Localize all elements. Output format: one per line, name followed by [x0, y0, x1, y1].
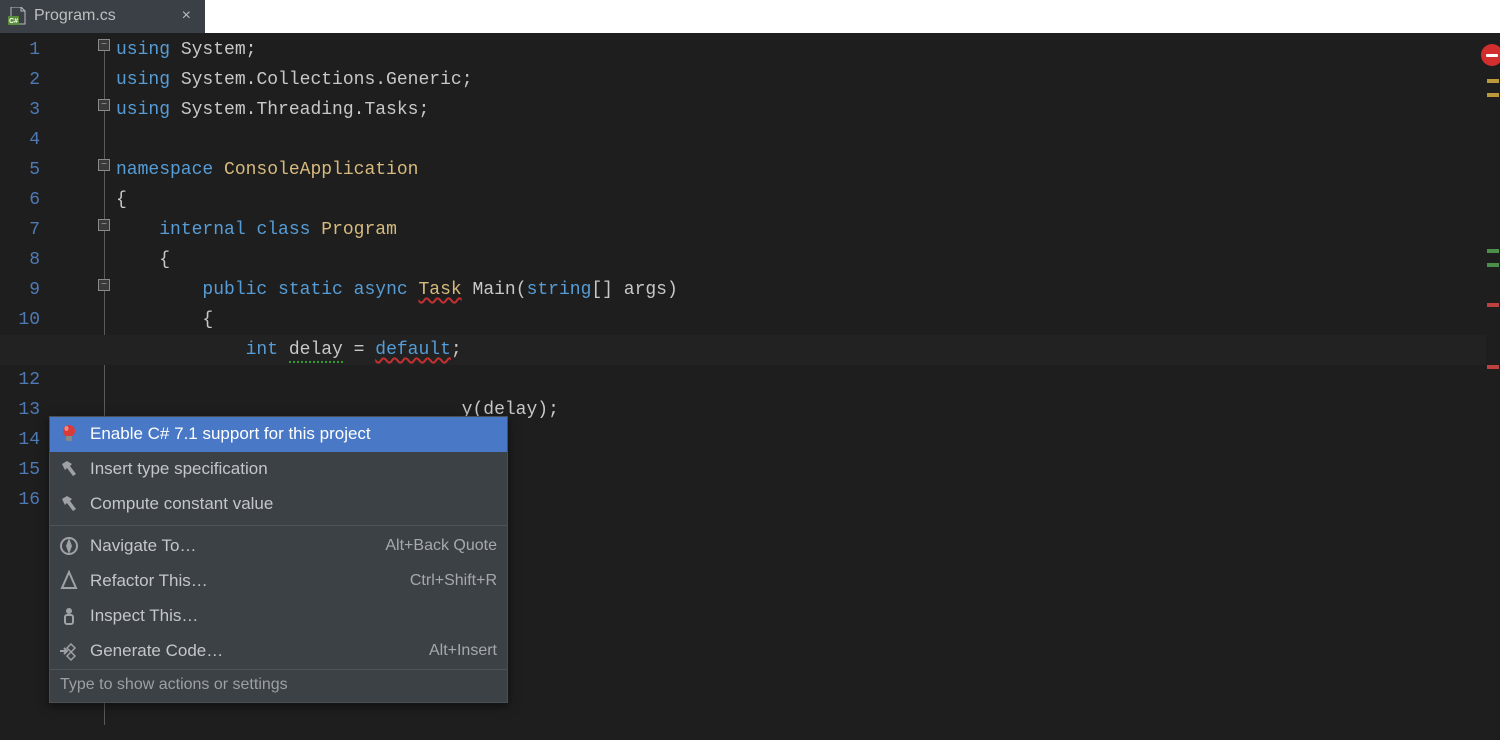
fold-marker[interactable] — [98, 279, 110, 291]
line-number[interactable]: 6 — [0, 185, 40, 215]
svg-text:C#: C# — [9, 18, 18, 25]
line-number[interactable]: 16 — [0, 485, 40, 515]
hammer-icon — [58, 493, 80, 515]
popup-item-label: Compute constant value — [90, 494, 273, 514]
popup-item-label: Insert type specification — [90, 459, 268, 479]
csharp-file-icon: C# — [8, 7, 28, 25]
popup-item-shortcut: Ctrl+Shift+R — [410, 572, 497, 590]
line-number-gutter: 1 2 3 4 5 6 7 8 9 10 11 12 13 14 15 16 — [0, 33, 50, 740]
popup-item-shortcut: Alt+Insert — [429, 642, 497, 660]
popup-item-shortcut: Alt+Back Quote — [385, 537, 497, 555]
fold-marker[interactable] — [98, 99, 110, 111]
line-number[interactable]: 1 — [0, 35, 40, 65]
hammer-icon — [58, 458, 80, 480]
editor-tab[interactable]: C# Program.cs × — [0, 0, 205, 33]
ok-marker[interactable] — [1487, 249, 1499, 253]
line-number[interactable]: 12 — [0, 365, 40, 395]
line-number[interactable]: 14 — [0, 425, 40, 455]
quick-actions-popup: Enable C# 7.1 support for this project In… — [49, 416, 508, 703]
error-marker[interactable] — [1487, 365, 1499, 369]
inspect-icon — [58, 605, 80, 627]
line-number[interactable]: 9 — [0, 275, 40, 305]
line-number[interactable]: 5 — [0, 155, 40, 185]
line-number[interactable]: 10 — [0, 305, 40, 335]
ok-marker[interactable] — [1487, 263, 1499, 267]
fold-marker[interactable] — [98, 219, 110, 231]
line-number[interactable]: 8 — [0, 245, 40, 275]
error-indicator-icon[interactable] — [1481, 44, 1500, 66]
line-number[interactable]: 15 — [0, 455, 40, 485]
tab-label: Program.cs — [34, 7, 116, 25]
error-stripe — [1486, 33, 1500, 740]
close-icon[interactable]: × — [180, 7, 193, 25]
line-number[interactable]: 2 — [0, 65, 40, 95]
warning-marker[interactable] — [1487, 93, 1499, 97]
popup-item-label: Generate Code… — [90, 641, 223, 661]
popup-item[interactable]: Navigate To… Alt+Back Quote — [50, 529, 507, 564]
popup-item[interactable]: Inspect This… — [50, 599, 507, 634]
generate-icon — [58, 640, 80, 662]
popup-item-label: Navigate To… — [90, 536, 196, 556]
popup-footer: Type to show actions or settings — [50, 669, 507, 702]
line-number[interactable]: 7 — [0, 215, 40, 245]
error-marker[interactable] — [1487, 303, 1499, 307]
popup-item[interactable]: Generate Code… Alt+Insert — [50, 634, 507, 669]
refactor-icon — [58, 570, 80, 592]
fold-marker[interactable] — [98, 159, 110, 171]
nav-icon — [58, 535, 80, 557]
popup-separator — [50, 525, 507, 526]
popup-item[interactable]: Insert type specification — [50, 452, 507, 487]
warning-marker[interactable] — [1487, 79, 1499, 83]
popup-item-label: Enable C# 7.1 support for this project — [90, 424, 371, 444]
popup-item-label: Inspect This… — [90, 606, 198, 626]
fold-marker[interactable] — [98, 39, 110, 51]
popup-item[interactable]: Refactor This… Ctrl+Shift+R — [50, 564, 507, 599]
tab-bar: C# Program.cs × — [0, 0, 1500, 33]
popup-item-label: Refactor This… — [90, 571, 208, 591]
popup-item[interactable]: Compute constant value — [50, 487, 507, 522]
line-number[interactable]: 13 — [0, 395, 40, 425]
line-number[interactable]: 4 — [0, 125, 40, 155]
bulb-icon — [58, 423, 80, 445]
line-number[interactable]: 3 — [0, 95, 40, 125]
popup-item[interactable]: Enable C# 7.1 support for this project — [50, 417, 507, 452]
